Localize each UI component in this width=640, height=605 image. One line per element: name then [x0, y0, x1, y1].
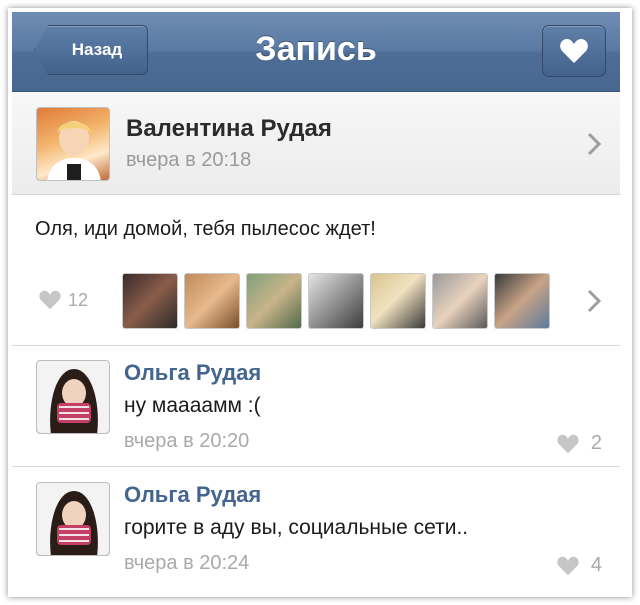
heart-icon	[39, 290, 61, 310]
liker-avatar[interactable]	[184, 273, 240, 329]
comment-likes-count: 4	[590, 554, 602, 576]
liker-avatar[interactable]	[122, 273, 178, 329]
heart-icon[interactable]	[556, 434, 580, 454]
like-post-button[interactable]	[542, 25, 606, 77]
divider	[12, 466, 620, 467]
comment-timestamp: вчера в 20:20	[124, 430, 250, 452]
navigation-bar: Назад Запись	[12, 12, 620, 92]
chevron-right-icon	[587, 132, 602, 156]
author-avatar[interactable]	[36, 107, 110, 181]
comment-likes-count: 2	[590, 432, 602, 454]
post-author-row[interactable]: Валентина Рудая вчера в 20:18	[12, 93, 620, 195]
comment-item: Ольга Рудая ну маааамм :( вчера в 20:20 …	[12, 346, 620, 464]
likes-row[interactable]: 12	[12, 260, 620, 344]
chevron-right-icon	[587, 289, 602, 313]
commenter-name[interactable]: Ольга Рудая	[124, 360, 261, 386]
likes-count: 12	[68, 290, 89, 310]
heart-icon	[560, 39, 588, 63]
page-title: Запись	[255, 30, 377, 68]
commenter-avatar[interactable]	[36, 360, 110, 434]
liker-avatar[interactable]	[432, 273, 488, 329]
post-text: Оля, иди домой, тебя пылесос ждет!	[35, 218, 376, 240]
liker-avatar[interactable]	[370, 273, 426, 329]
commenter-avatar[interactable]	[36, 482, 110, 556]
author-name[interactable]: Валентина Рудая	[126, 115, 332, 143]
comment-item: Ольга Рудая горите в аду вы, социальные …	[12, 468, 620, 586]
comment-text: горите в аду вы, социальные сети..	[124, 516, 469, 539]
heart-icon[interactable]	[556, 556, 580, 576]
commenter-name[interactable]: Ольга Рудая	[124, 482, 261, 508]
liker-avatar[interactable]	[308, 273, 364, 329]
liker-avatar[interactable]	[494, 273, 550, 329]
comment-text: ну маааамм :(	[124, 394, 261, 417]
liker-avatar[interactable]	[246, 273, 302, 329]
comment-timestamp: вчера в 20:24	[124, 552, 250, 574]
post-timestamp: вчера в 20:18	[126, 149, 252, 171]
